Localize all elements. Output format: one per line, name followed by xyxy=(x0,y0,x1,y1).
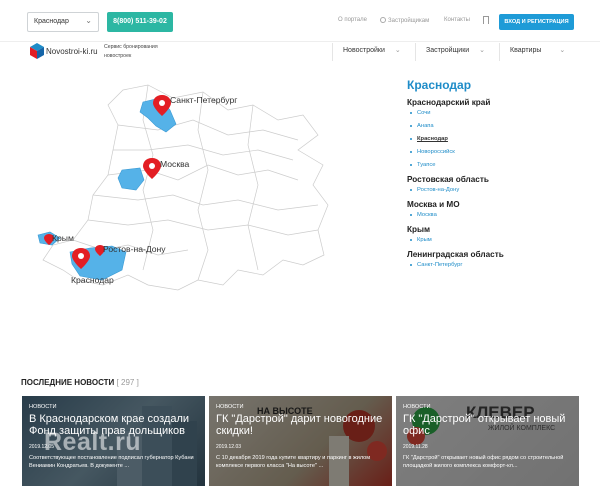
region-leningrad-oblast[interactable]: Ленинградская область xyxy=(407,250,597,259)
nav-kvartiry[interactable]: Квартиры ⌄ xyxy=(510,46,565,54)
city-link-crimea[interactable]: Крым xyxy=(410,237,597,243)
header: Novostroi-ki.ru Сервис бронирования ново… xyxy=(0,43,600,65)
news-count: [ 297 ] xyxy=(116,378,139,387)
about-link[interactable]: О портале xyxy=(338,17,367,23)
nav-novostroyki[interactable]: Новостройки ⌄ xyxy=(343,46,401,54)
news-title[interactable]: ГК "Дарстрой" открывает новый офис xyxy=(403,413,575,437)
city-link-krasnodar[interactable]: Краснодар xyxy=(410,136,597,142)
city-link-rostov[interactable]: Ростов-на-Дону xyxy=(410,187,597,193)
nav-divider xyxy=(499,43,500,61)
news-card-3[interactable]: КЛЕВЕР ЖИЛОЙ КОМПЛЕКС НОВОСТИ ГК "Дарстр… xyxy=(396,396,579,486)
news-category: НОВОСТИ xyxy=(216,404,244,410)
info-icon xyxy=(380,17,386,23)
region-rostov-oblast[interactable]: Ростовская область xyxy=(407,175,597,184)
city-link-anapa[interactable]: Анапа xyxy=(410,123,597,129)
news-card-2[interactable]: НА ВЫСОТЕ НОВОСТИ ГК "Дарстрой" дарит но… xyxy=(209,396,392,486)
chevron-down-icon: ⌄ xyxy=(479,47,486,54)
regions-title: Краснодар xyxy=(407,78,472,92)
map-label-rostov[interactable]: Ростов-на-Дону xyxy=(103,244,166,254)
top-bar: Краснодар ⌄ 8(800) 511-39-02 О портале З… xyxy=(0,0,600,42)
logo-cube-icon xyxy=(30,43,44,59)
nav-divider xyxy=(415,43,416,61)
news-title[interactable]: ГК "Дарстрой" дарит новогодние скидки! xyxy=(216,413,388,437)
city-link-tuapse[interactable]: Туапсе xyxy=(410,162,597,168)
region-crimea[interactable]: Крым xyxy=(407,225,597,234)
news-text: С 10 декабря 2019 года купите квартиру и… xyxy=(216,455,371,469)
contacts-link[interactable]: Контакты xyxy=(444,17,470,23)
russia-map: Санкт-Петербург Москва Крым Ростов-на-До… xyxy=(37,84,329,291)
city-select-value: Краснодар xyxy=(34,18,69,25)
map-label-crimea[interactable]: Крым xyxy=(52,233,74,243)
login-button[interactable]: ВХОД И РЕГИСТРАЦИЯ xyxy=(499,14,574,30)
news-date: 2019.11.28 xyxy=(403,444,428,450)
region-krasnodar-krai[interactable]: Краснодарский край xyxy=(407,98,597,107)
city-link-novorossiysk[interactable]: Новороссийск xyxy=(410,149,597,155)
map-label-krasnodar[interactable]: Краснодар xyxy=(71,275,114,285)
map-label-spb[interactable]: Санкт-Петербург xyxy=(170,95,237,105)
nav-divider xyxy=(332,43,333,61)
map-label-moscow[interactable]: Москва xyxy=(160,159,190,169)
news-category: НОВОСТИ xyxy=(29,404,57,410)
city-link-sochi[interactable]: Сочи xyxy=(410,110,597,116)
regions-list: Краснодар Краснодарский край Сочи Анапа … xyxy=(407,78,597,275)
news-date: 2019.12.03 xyxy=(216,444,242,450)
slogan: Сервис бронирования новостроек xyxy=(104,44,158,59)
city-link-spb[interactable]: Санкт-Петербург xyxy=(410,262,597,268)
phone-button[interactable]: 8(800) 511-39-02 xyxy=(107,12,173,32)
news-category: НОВОСТИ xyxy=(403,404,431,410)
region-moscow-mo[interactable]: Москва и МО xyxy=(407,200,597,209)
bookmark-icon[interactable] xyxy=(483,16,489,24)
city-link-moscow[interactable]: Москва xyxy=(410,212,597,218)
chevron-down-icon: ⌄ xyxy=(394,47,401,54)
news-text: ГК "Дарстрой" открывает новый офис рядом… xyxy=(403,455,564,469)
nav-zastroyshchiki[interactable]: Застройщики ⌄ xyxy=(426,46,485,54)
developers-link[interactable]: Застройщикам xyxy=(380,17,429,24)
chevron-down-icon: ⌄ xyxy=(559,47,566,54)
watermark: Realt.ru xyxy=(44,428,142,456)
city-select[interactable]: Краснодар ⌄ xyxy=(27,12,99,32)
logo-text: Novostroi-ki.ru xyxy=(46,47,98,56)
news-section-title: ПОСЛЕДНИЕ НОВОСТИ [ 297 ] xyxy=(21,378,139,387)
chevron-down-icon: ⌄ xyxy=(85,16,92,25)
